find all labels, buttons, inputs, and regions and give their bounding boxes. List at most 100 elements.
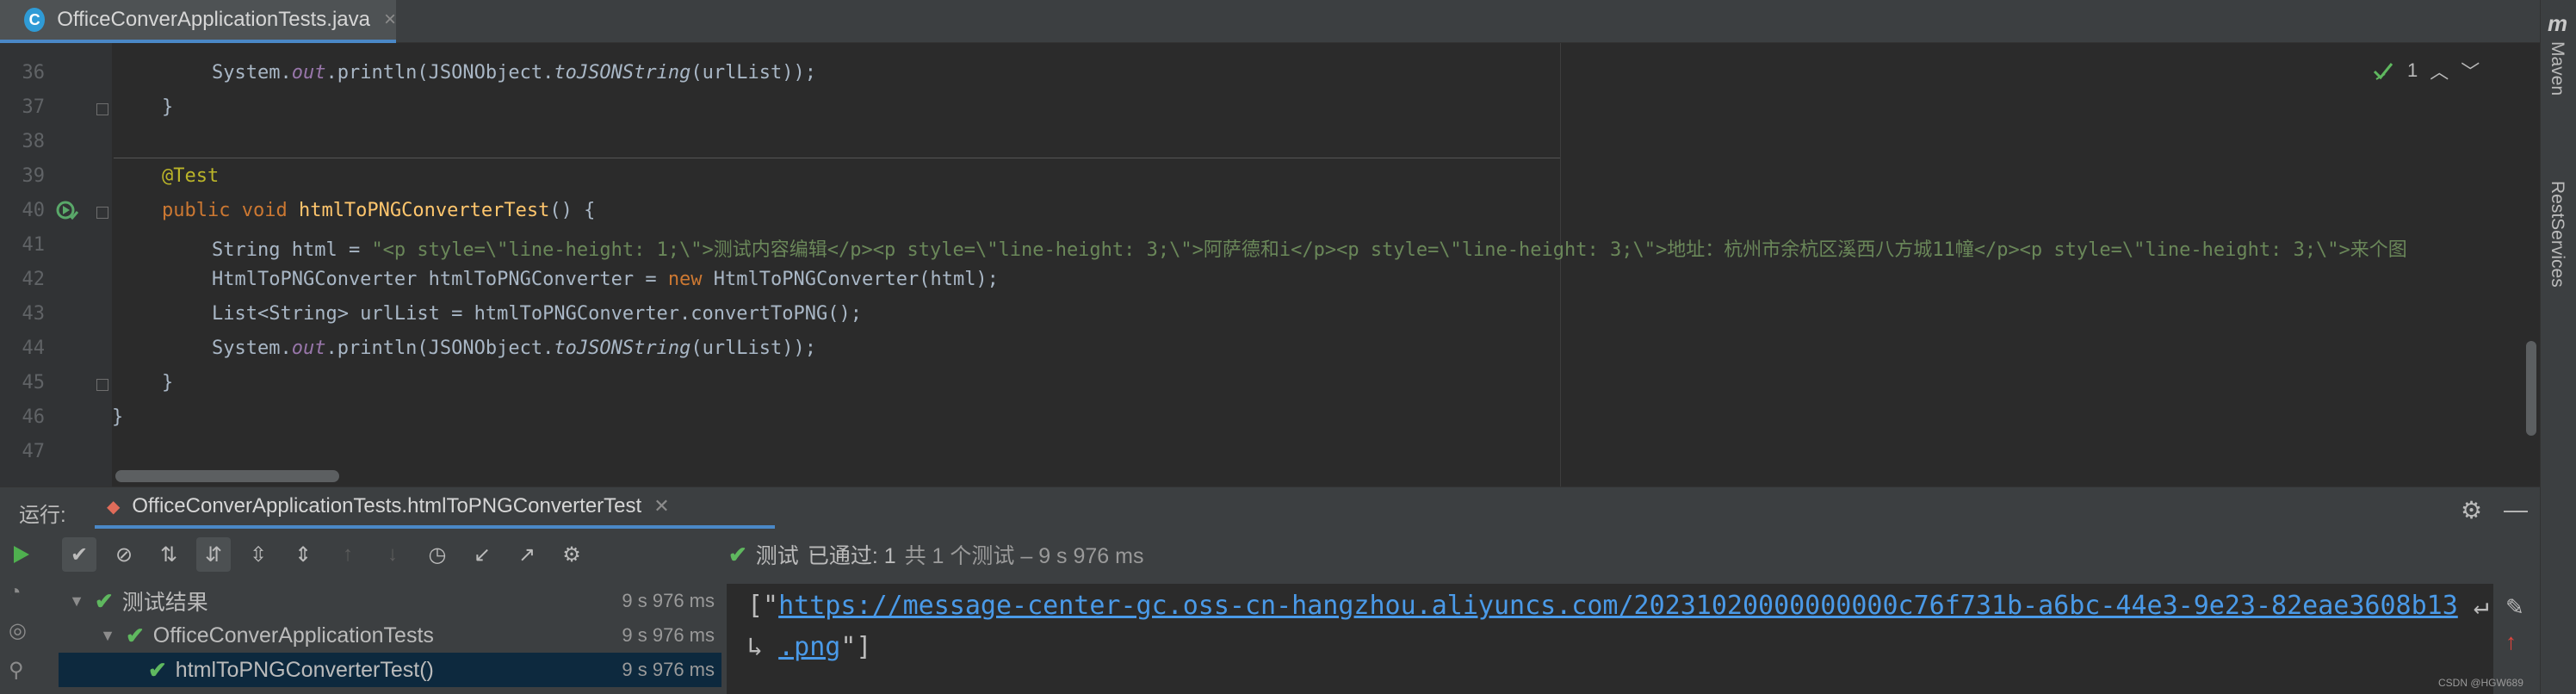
test-config-icon: ◆ — [107, 497, 121, 517]
inspection-widget[interactable]: 1 ︿ ﹀ — [2373, 57, 2480, 84]
output-url-link[interactable]: https://message-center-gc.oss-cn-hangzho… — [778, 591, 2458, 621]
line-number: 47 — [22, 441, 46, 462]
code-editor[interactable]: 36 37 38 39 40 41 42 43 44 45 46 47 Syst… — [0, 43, 2540, 486]
coverage-icon[interactable]: ◎ — [9, 618, 33, 642]
status-prefix: 测试 — [755, 544, 799, 568]
line-number: 46 — [22, 406, 46, 428]
line-number: 40 — [22, 200, 46, 221]
code-line-45: } — [162, 372, 174, 393]
horizontal-scrollbar[interactable] — [115, 470, 339, 482]
right-margin-guide — [1560, 43, 1561, 486]
clear-console-icon[interactable]: ✎ — [2505, 594, 2524, 621]
line-number: 45 — [22, 372, 46, 393]
run-side-toolbar: ◔ ◎ ⚲ — [0, 529, 34, 694]
passed-check-icon: ✔ — [95, 587, 114, 614]
soft-wrap-continuation-icon: ↳ — [747, 632, 779, 662]
inspection-check-icon — [2373, 63, 2393, 80]
line-number: 43 — [22, 303, 46, 325]
line-number: 36 — [22, 62, 46, 84]
console-output[interactable]: ["https://message-center-gc.oss-cn-hangz… — [727, 584, 2493, 694]
passed-check-icon: ✔ — [148, 656, 167, 683]
run-tool-window: 运行: ◆ OfficeConverApplicationTests.htmlT… — [0, 486, 2540, 694]
test-status: ✔ 测试 已通过: 1 共 1 个测试 – 9 s 976 ms — [728, 537, 1143, 572]
run-config-tab-label: OfficeConverApplicationTests.htmlToPNGCo… — [132, 494, 642, 517]
vertical-scrollbar[interactable] — [2526, 341, 2536, 436]
run-header: 运行: ◆ OfficeConverApplicationTests.htmlT… — [0, 487, 2540, 529]
tree-row-time: 9 s 976 ms — [622, 590, 715, 611]
tree-row-label: OfficeConverApplicationTests — [152, 623, 434, 648]
tree-row-root[interactable]: ▼ ✔ 测试结果 9 s 976 ms — [59, 584, 721, 618]
code-line-39: @Test — [162, 165, 220, 187]
rest-services-tool-button[interactable]: RestServices — [2547, 181, 2567, 288]
show-passed-toggle-icon[interactable]: ✔ — [62, 537, 96, 572]
tree-row-class[interactable]: ▼ ✔ OfficeConverApplicationTests 9 s 976… — [59, 618, 721, 653]
fold-marker-icon[interactable] — [96, 207, 108, 219]
gear-icon[interactable]: ⚙ — [2461, 496, 2482, 524]
line-number: 42 — [22, 269, 46, 290]
code-line-42: HtmlToPNGConverter htmlToPNGConverter = … — [212, 269, 999, 290]
run-test-icon[interactable] — [55, 198, 79, 222]
java-class-icon: C — [24, 8, 46, 32]
next-failed-icon[interactable]: ↓ — [375, 537, 410, 572]
line-number: 38 — [22, 131, 46, 152]
status-detail: 共 1 个测试 – 9 s 976 ms — [904, 544, 1144, 568]
editor-tab-label: OfficeConverApplicationTests.java — [57, 8, 370, 31]
tree-row-time: 9 s 976 ms — [622, 624, 715, 646]
soft-wrap-icon: ↵ — [2457, 591, 2489, 621]
passed-check-icon: ✔ — [728, 541, 747, 567]
tree-row-label: 测试结果 — [121, 591, 208, 615]
maven-logo-icon: m — [2548, 10, 2568, 36]
test-history-icon[interactable]: ◷ — [420, 537, 455, 572]
editor-gutter: 36 37 38 39 40 41 42 43 44 45 46 47 — [0, 43, 112, 486]
console-line-2: ↳ .png"] — [747, 632, 872, 662]
show-ignored-toggle-icon[interactable]: ⊘ — [107, 537, 141, 572]
previous-highlight-icon[interactable]: ︿ — [2430, 57, 2449, 84]
previous-failed-icon[interactable]: ↑ — [331, 537, 365, 572]
test-results-tree: ▼ ✔ 测试结果 9 s 976 ms ▼ ✔ OfficeConverAppl… — [59, 584, 721, 694]
right-tool-strip: m Maven RestServices — [2540, 0, 2576, 694]
import-tests-icon[interactable]: ↙ — [465, 537, 499, 572]
watermark: CSDN @HGW689 — [2438, 677, 2523, 689]
code-line-36: System.out.println(JSONObject.toJSONStri… — [212, 62, 817, 84]
next-highlight-icon[interactable]: ﹀ — [2461, 57, 2480, 84]
expand-arrow-icon[interactable]: ▼ — [65, 592, 88, 610]
pin-icon[interactable]: ⚲ — [9, 658, 33, 682]
close-tab-icon[interactable]: × — [384, 8, 396, 32]
expand-arrow-icon[interactable]: ▼ — [96, 627, 119, 645]
line-number: 44 — [22, 338, 46, 359]
editor-tab-bar: C OfficeConverApplicationTests.java × — [0, 0, 2540, 43]
test-runner-toolbar: ✔ ⊘ ⇅ ⇵ ⇳ ⇕ ↑ ↓ ◷ ↙ ↗ ⚙ — [62, 537, 734, 572]
close-run-tab-icon[interactable]: ✕ — [653, 495, 669, 517]
maven-tool-button[interactable]: Maven — [2547, 41, 2567, 96]
debug-icon[interactable]: ◔ — [9, 580, 33, 604]
export-tests-icon[interactable]: ↗ — [510, 537, 544, 572]
line-number: 41 — [22, 234, 46, 256]
line-number: 39 — [22, 165, 46, 187]
editor-tab[interactable]: C OfficeConverApplicationTests.java × — [0, 0, 396, 43]
code-line-43: List<String> urlList = htmlToPNGConverte… — [212, 303, 862, 325]
status-passed: 已通过: 1 — [807, 544, 896, 568]
tree-row-method[interactable]: ✔ htmlToPNGConverterTest() 9 s 976 ms — [59, 653, 721, 687]
rerun-icon[interactable] — [9, 542, 33, 567]
tree-row-label: htmlToPNGConverterTest() — [175, 657, 434, 682]
code-line-46: } — [112, 406, 124, 428]
code-line-41: String html = "<p style=\"line-height: 1… — [212, 239, 2407, 261]
line-number: 37 — [22, 96, 46, 118]
test-settings-gear-icon[interactable]: ⚙ — [554, 537, 589, 572]
collapse-all-icon[interactable]: ⇕ — [286, 537, 320, 572]
run-config-tab[interactable]: ◆ OfficeConverApplicationTests.htmlToPNG… — [95, 487, 775, 529]
output-url-link-continued[interactable]: .png — [778, 632, 840, 662]
sort-by-duration-icon[interactable]: ⇵ — [196, 537, 231, 572]
sort-alphabetically-icon[interactable]: ⇅ — [152, 537, 186, 572]
passed-check-icon: ✔ — [126, 622, 145, 648]
tree-row-time: 9 s 976 ms — [622, 659, 715, 680]
fold-marker-icon[interactable] — [96, 103, 108, 115]
scroll-to-top-icon[interactable]: ↑ — [2505, 629, 2517, 655]
fold-marker-icon[interactable] — [96, 379, 108, 391]
hide-panel-icon[interactable]: — — [2504, 496, 2528, 524]
code-line-40: public void htmlToPNGConverterTest() { — [162, 200, 596, 221]
code-line-44: System.out.println(JSONObject.toJSONStri… — [212, 338, 817, 359]
run-label: 运行: — [19, 504, 66, 527]
code-line-37: } — [162, 96, 174, 118]
expand-all-icon[interactable]: ⇳ — [241, 537, 276, 572]
